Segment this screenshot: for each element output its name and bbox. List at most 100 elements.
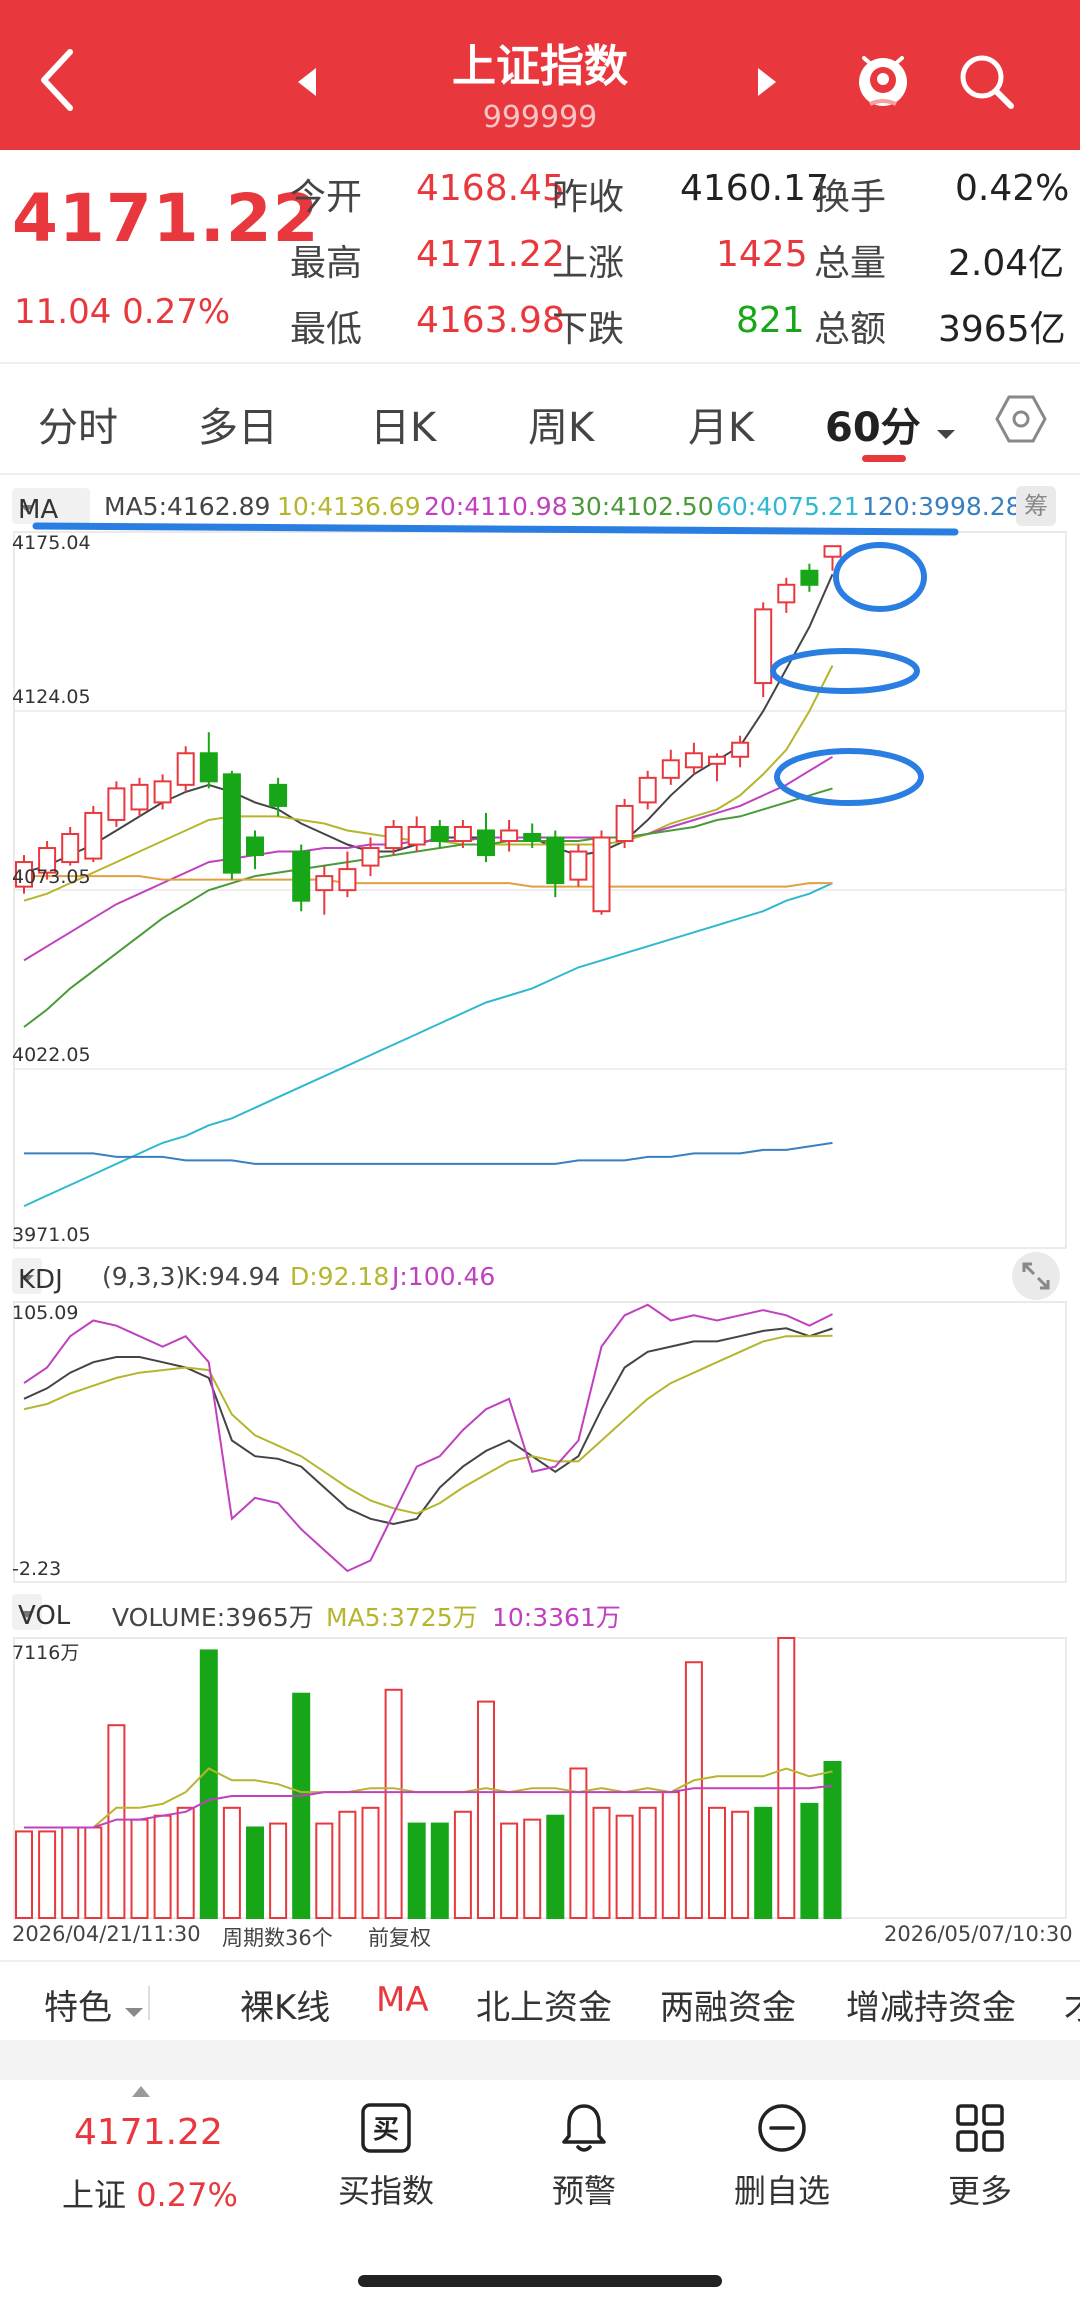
y-axis-label: 4022.05 (12, 1044, 91, 1066)
divider (0, 473, 1080, 475)
tab-60-minute[interactable]: 60分 (825, 395, 957, 453)
tab-monthly-k[interactable]: 月K (688, 395, 754, 453)
volume-bar-up (153, 1814, 172, 1919)
candle-down (430, 825, 449, 843)
change-percent: 0.27% (122, 292, 231, 332)
annotation-circle (833, 542, 927, 612)
featured-dropdown[interactable]: 特色 (44, 1980, 145, 2029)
volume-bar-down (754, 1806, 773, 1920)
change-value: 11.04 (14, 292, 112, 332)
open-value: 4168.45 (416, 168, 565, 209)
volume-bar-up (638, 1806, 657, 1920)
expand-chart-button[interactable] (1012, 1252, 1060, 1300)
volume-bar-up (38, 1830, 57, 1920)
candle-down (523, 832, 542, 843)
volume-bar-up (338, 1810, 357, 1919)
search-icon[interactable] (955, 50, 1019, 114)
ma-legend: MA MA5:4162.89 10:4136.69 20:4110.98 30:… (0, 486, 1080, 528)
ma-selector[interactable]: MA (12, 488, 90, 525)
end-date: 2026/05/07/10:30 (884, 1922, 1073, 1946)
volume-bar-up (477, 1700, 495, 1920)
candle-down (477, 829, 495, 857)
remove-watchlist-button[interactable]: 删自选 (712, 2100, 852, 2250)
tab-ma[interactable]: MA (376, 1980, 429, 2020)
high-label: 最高 (290, 243, 363, 284)
tab-multi-day[interactable]: 多日 (198, 395, 278, 453)
next-stock-icon[interactable] (752, 62, 782, 102)
volume-bar-up (84, 1826, 103, 1920)
mascot-icon[interactable] (852, 48, 914, 110)
tab-holding-change-funds[interactable]: 增减持资金 (846, 1980, 1016, 2029)
candle-up (708, 755, 726, 765)
volume-bar-up (777, 1637, 796, 1919)
candle-up (823, 545, 842, 558)
buy-index-label: 买指数 (337, 2172, 434, 2210)
more-button[interactable]: 更多 (910, 2100, 1050, 2250)
bottom-index-pct: 0.27% (136, 2176, 238, 2214)
candle-up (61, 832, 80, 864)
candle-up (338, 868, 357, 892)
tab-margin-funds[interactable]: 两融资金 (660, 1980, 796, 2029)
bottom-index-name: 上证 (62, 2176, 127, 2214)
turnover-value: 0.42% (955, 168, 1070, 209)
ma-line-ma120 (24, 1141, 833, 1165)
kdj-k-value: K:94.94 (184, 1262, 281, 1291)
candle-up (754, 608, 773, 685)
buy-index-button[interactable]: 买 买指数 (316, 2100, 456, 2250)
volume-bar-up (708, 1806, 726, 1920)
candle-up (361, 847, 380, 867)
volume-ma-line (24, 1767, 833, 1829)
decliners-value: 821 (736, 300, 805, 341)
alert-button[interactable]: 预警 (514, 2100, 654, 2250)
kdj-selector[interactable]: KDJ (12, 1258, 63, 1295)
amount-value: 3965亿 (938, 309, 1066, 350)
price-panel-frame (13, 531, 1067, 1249)
buy-icon: 买 (361, 2103, 411, 2153)
header-bar: 上证指数 999999 (0, 0, 1080, 150)
ma-line-ma20 (23, 755, 834, 962)
volume-axis-top: 7116万 (12, 1642, 80, 1664)
volume-bar-down (800, 1802, 819, 1920)
open-label: 今开 (290, 177, 363, 218)
volume-bar-down (292, 1692, 311, 1919)
kdj-params: (9,3,3) (102, 1262, 186, 1291)
back-arrow-icon[interactable] (30, 40, 90, 120)
date-range-row: 2026/04/21/11:30 周期数36个 前复权 2026/05/07/1… (0, 1922, 1080, 1952)
tab-northbound-funds[interactable]: 北上资金 (476, 1980, 612, 2029)
settings-hexagon-icon[interactable] (995, 393, 1047, 445)
ma60-value: 60:4075.21 (716, 492, 860, 521)
volume-ma10: 10:3361万 (492, 1603, 621, 1632)
volume-bar-up (592, 1806, 611, 1920)
high-value: 4171.22 (416, 234, 565, 275)
ma-line-ma30 (23, 787, 833, 1028)
tab-intraday[interactable]: 分时 (38, 395, 118, 453)
tab-weekly-k[interactable]: 周K (528, 395, 594, 453)
volume-label: 总量 (814, 243, 887, 284)
chip-distribution-button[interactable]: 筹 (1016, 486, 1056, 526)
ma20-value: 20:4110.98 (424, 492, 568, 521)
previous-stock-icon[interactable] (292, 62, 322, 102)
alert-label: 预警 (551, 2172, 616, 2210)
tab-naked-k[interactable]: 裸K线 (240, 1980, 330, 2029)
candle-down (546, 836, 565, 885)
collapse-caret-icon[interactable] (132, 2086, 150, 2097)
featured-label: 特色 (44, 1988, 112, 2028)
tab-overflow[interactable]: 才 (1064, 1980, 1080, 2029)
price-change: 11.04 0.27% (14, 292, 230, 332)
kdj-line-j (23, 1303, 833, 1573)
kdj-line-d (23, 1334, 833, 1515)
start-date: 2026/04/21/11:30 (12, 1922, 201, 1946)
candle-up (661, 759, 680, 779)
divider (0, 362, 1080, 364)
chevron-down-icon (124, 2008, 143, 2017)
volume-bar-up (107, 1724, 126, 1920)
prev-close-value: 4160.17 (680, 168, 829, 209)
tab-daily-k[interactable]: 日K (370, 395, 436, 453)
candle-up (107, 787, 126, 821)
volume-bar-up (615, 1814, 634, 1919)
ma30-value: 30:4102.50 (570, 492, 714, 521)
candle-up (453, 825, 472, 843)
adjust-mode: 前复权 (368, 1926, 431, 1950)
vol-selector[interactable]: VOL (12, 1594, 70, 1631)
divider (148, 1986, 150, 2020)
